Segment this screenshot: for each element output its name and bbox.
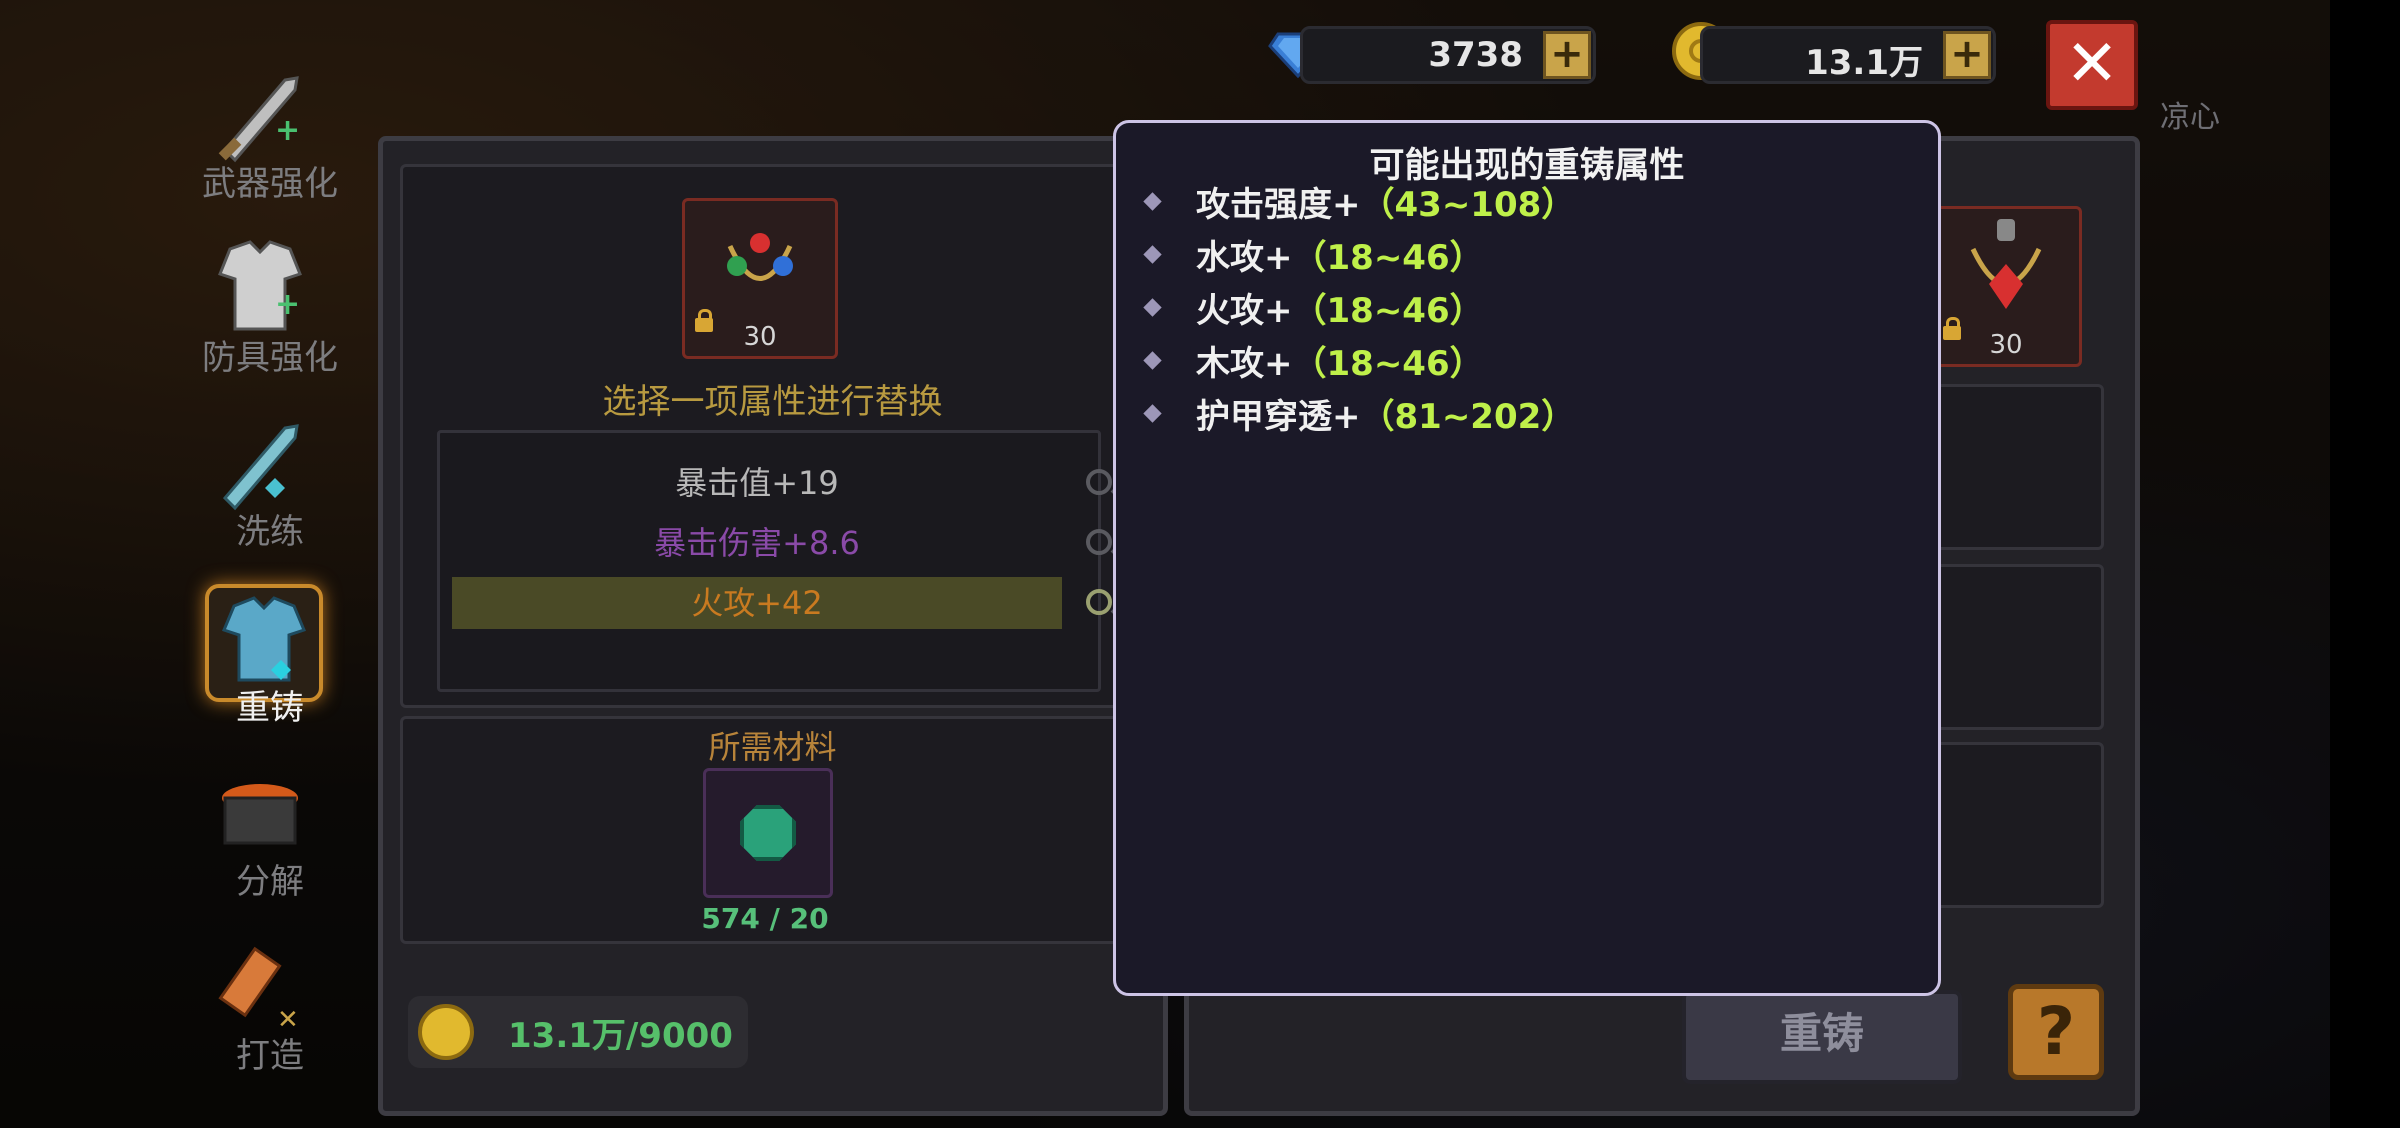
select-prompt: 选择一项属性进行替换	[602, 382, 943, 422]
attribute-text: 暴击伤害+8.6	[654, 524, 860, 562]
nav-label: 武器强化	[202, 164, 338, 204]
gold-counter: 13.1万 +	[1700, 26, 1996, 84]
refine-icon	[222, 424, 299, 511]
nav-label: 打造	[236, 1036, 304, 1076]
right-slot-row	[1920, 742, 2104, 908]
screen-edge	[2330, 0, 2400, 1128]
attribute-row[interactable]: 暴击值+19	[452, 457, 1112, 509]
cost-value: 13.1万/9000	[508, 1016, 733, 1056]
nav-armor-upgrade[interactable]: + 防具强化	[165, 234, 375, 394]
game-scene: 3738 + 13.1万 + ✕ 凉心 + 武器强化 + 防具强化 洗练 重铸 …	[0, 0, 2330, 1128]
attribute-name: 火攻+	[1196, 291, 1293, 331]
magnifier-icon[interactable]	[1086, 529, 1112, 555]
gem-value: 3738	[1428, 35, 1523, 75]
svg-text:+: +	[275, 287, 300, 322]
attribute-name: 水攻+	[1196, 238, 1293, 278]
hero-name: 凉心	[2160, 100, 2220, 135]
close-button[interactable]: ✕	[2046, 20, 2138, 110]
magnifier-icon[interactable]	[1086, 589, 1112, 615]
diamond-bullet-icon	[1143, 404, 1162, 423]
attribute-text: 火攻+42	[691, 584, 823, 622]
reforge-stone-icon	[740, 805, 796, 861]
reforge-attributes-tooltip: 可能出现的重铸属性 攻击强度+（43~108） 水攻+（18~46） 火攻+（1…	[1113, 120, 1941, 996]
materials-title: 所需材料	[708, 728, 837, 766]
right-slot-row	[1920, 384, 2104, 550]
attribute-row[interactable]: 暴击伤害+8.6	[452, 517, 1112, 569]
item-level: 30	[743, 322, 777, 352]
nav-label: 重铸	[236, 688, 304, 728]
help-button[interactable]: ?	[2008, 984, 2104, 1080]
attribute-list: 暴击值+19 暴击伤害+8.6 火攻+42	[437, 430, 1112, 692]
magnifier-icon[interactable]	[1086, 469, 1112, 495]
nav-dismantle[interactable]: 分解	[165, 758, 375, 918]
armor-upgrade-icon: +	[218, 240, 302, 331]
tooltip-item-text: 攻击强度+（43~108）	[1196, 177, 1575, 226]
gem-counter: 3738 +	[1300, 26, 1596, 84]
add-gold-button[interactable]: +	[1943, 31, 1991, 79]
diamond-bullet-icon	[1143, 245, 1162, 264]
reforge-button[interactable]: 重铸	[1682, 990, 1962, 1084]
attribute-range: （81~202）	[1360, 397, 1576, 437]
gold-cost: 13.1万/9000	[408, 996, 748, 1068]
attribute-range: （18~46）	[1292, 344, 1484, 384]
attribute-range: （43~108）	[1360, 185, 1576, 225]
tooltip-item-text: 木攻+（18~46）	[1196, 336, 1484, 385]
nav-label: 洗练	[236, 512, 304, 552]
equipment-slot-left[interactable]: 30	[682, 198, 838, 359]
amulet-icon	[1970, 219, 2042, 309]
attribute-name: 攻击强度+	[1196, 185, 1361, 225]
nav-refine[interactable]: 洗练	[165, 408, 375, 568]
attribute-name: 木攻+	[1196, 344, 1293, 384]
dismantle-icon	[222, 784, 298, 845]
attribute-row-selected[interactable]: 火攻+42	[452, 577, 1112, 629]
gold-value: 13.1万	[1805, 43, 1923, 83]
diamond-bullet-icon	[1143, 192, 1162, 211]
nav-reforge[interactable]: 重铸	[165, 584, 375, 744]
equipment-slot-right[interactable]: 30	[1930, 206, 2082, 367]
attribute-range: （18~46）	[1292, 291, 1484, 331]
attribute-range: （18~46）	[1292, 238, 1484, 278]
tooltip-item-text: 护甲穿透+（81~202）	[1196, 389, 1575, 438]
diamond-bullet-icon	[1143, 298, 1162, 317]
nav-label: 防具强化	[202, 338, 338, 378]
sword-upgrade-icon: +	[218, 76, 300, 163]
gold-coin-icon	[418, 1004, 474, 1060]
diamond-bullet-icon	[1143, 351, 1162, 370]
nav-weapon-upgrade[interactable]: + 武器强化	[165, 60, 375, 220]
material-slot[interactable]	[703, 768, 833, 898]
attribute-name: 护甲穿透+	[1196, 397, 1361, 437]
svg-text:+: +	[275, 113, 300, 148]
necklace-icon	[727, 233, 793, 281]
attribute-text: 暴击值+19	[675, 464, 839, 502]
nav-label: 分解	[236, 862, 304, 902]
tooltip-item-text: 火攻+（18~46）	[1196, 283, 1484, 332]
item-level: 30	[1989, 330, 2023, 360]
nav-forge[interactable]: ✕ 打造	[165, 932, 375, 1092]
tooltip-item-text: 水攻+（18~46）	[1196, 230, 1484, 279]
right-slot-row	[1920, 564, 2104, 730]
forge-icon: ✕	[218, 946, 299, 1035]
add-gems-button[interactable]: +	[1543, 31, 1591, 79]
material-count: 574 / 20	[701, 902, 829, 935]
